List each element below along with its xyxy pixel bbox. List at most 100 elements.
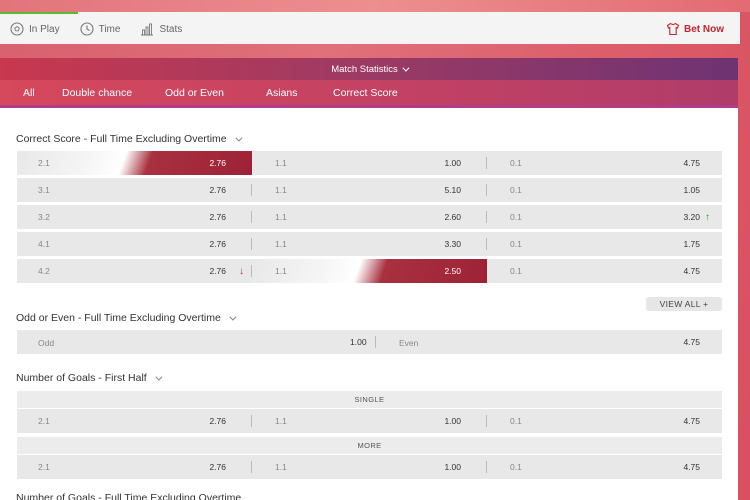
odd-value[interactable]: 1.00 <box>350 337 367 347</box>
odds-cell[interactable]: 0.1 4.75 <box>487 151 722 175</box>
correct-score-grid: 2.1 2.76 1.1 1.00 0.1 4.75 3.1 2.76 1.1 <box>17 151 722 286</box>
bar-chart-icon <box>141 23 154 36</box>
odds-label: 0.1 <box>510 212 522 222</box>
odds-value: 1.00 <box>444 158 461 168</box>
odds-label: 0.1 <box>510 416 522 426</box>
divider <box>375 336 376 348</box>
table-row: 2.1 2.76 1.1 1.00 0.1 4.75 <box>17 151 722 175</box>
odds-cell[interactable]: 0.1 1.75 <box>487 232 722 256</box>
goals-first-half-title: Number of Goals - First Half <box>16 372 147 384</box>
goals-full-time-header[interactable]: Number of Goals - Full Time Excluding Ov… <box>16 492 241 500</box>
odds-cell[interactable]: 0.1 4.75 <box>487 259 722 283</box>
odds-value: 2.76 <box>209 462 226 472</box>
odds-cell[interactable]: 4.2 2.76 ↓ <box>17 259 252 283</box>
tab-in-play-label: In Play <box>29 23 60 35</box>
odds-value: 2.76 <box>209 239 226 249</box>
odd-even-title: Odd or Even - Full Time Excluding Overti… <box>16 312 221 324</box>
correct-score-header[interactable]: Correct Score - Full Time Excluding Over… <box>16 133 243 145</box>
odds-cell[interactable]: 3.2 2.76 <box>17 205 252 229</box>
table-row: 2.1 2.76 1.1 1.00 0.1 4.75 <box>17 409 722 433</box>
odds-label: 3.2 <box>38 212 50 222</box>
odds-cell[interactable]: 0.1 1.05 <box>487 178 722 202</box>
tab-stats[interactable]: Stats <box>130 14 192 44</box>
odds-cell[interactable]: 2.1 2.76 <box>17 455 252 479</box>
tab-in-play[interactable]: In Play <box>0 14 70 44</box>
goals-first-half-header[interactable]: Number of Goals - First Half <box>16 372 163 384</box>
odds-label: 4.2 <box>38 266 50 276</box>
odds-label: 1.1 <box>275 212 287 222</box>
top-navigation: In Play Time Stats Bet Now <box>0 12 740 44</box>
odds-value: 4.75 <box>683 416 700 426</box>
odds-cell[interactable]: 1.1 5.10 <box>252 178 487 202</box>
header-background <box>0 0 750 12</box>
odds-value: 5.10 <box>444 185 461 195</box>
odds-cell[interactable]: 1.1 2.50 <box>252 259 487 283</box>
even-label[interactable]: Even <box>399 338 418 348</box>
more-subheader: MORE <box>17 437 722 454</box>
single-subheader: SINGLE <box>17 391 722 408</box>
bet-now-button[interactable]: Bet Now <box>666 22 724 36</box>
tab-time[interactable]: Time <box>70 14 131 44</box>
odds-cell[interactable]: 4.1 2.76 <box>17 232 252 256</box>
tab-odd-or-even[interactable]: Odd or Even <box>165 87 224 99</box>
odd-even-row: Odd 1.00 Even 4.75 <box>17 330 722 354</box>
match-statistics-label: Match Statistics <box>331 63 398 75</box>
odds-cell[interactable]: 0.1 4.75 <box>487 409 722 433</box>
odds-label: 2.1 <box>38 416 50 426</box>
odds-label: 2.1 <box>38 158 50 168</box>
odds-cell[interactable]: 0.1 4.75 <box>487 455 722 479</box>
table-row: 4.1 2.76 1.1 3.30 0.1 1.75 <box>17 232 722 256</box>
chevron-down-icon <box>229 313 237 321</box>
odds-cell[interactable]: 2.1 2.76 <box>17 409 252 433</box>
bet-now-label: Bet Now <box>684 23 724 35</box>
soccer-ball-icon <box>10 22 24 36</box>
odds-label: 0.1 <box>510 158 522 168</box>
odds-cell[interactable]: 3.1 2.76 <box>17 178 252 202</box>
odds-value: 2.60 <box>444 212 461 222</box>
tab-double-chance[interactable]: Double chance <box>62 87 132 99</box>
clock-icon <box>80 22 94 36</box>
tab-all[interactable]: All <box>23 87 35 99</box>
odds-cell[interactable]: 1.1 3.30 <box>252 232 487 256</box>
odds-cell[interactable]: 0.1 3.20 ↑ <box>487 205 722 229</box>
odds-value: 1.75 <box>683 239 700 249</box>
match-statistics-toggle[interactable]: Match Statistics <box>0 58 738 80</box>
odds-label: 0.1 <box>510 185 522 195</box>
odds-label: 1.1 <box>275 266 287 276</box>
odds-cell[interactable]: 1.1 2.60 <box>252 205 487 229</box>
tab-time-label: Time <box>98 23 121 35</box>
arrow-up-icon: ↑ <box>705 211 710 223</box>
even-value[interactable]: 4.75 <box>683 337 700 347</box>
tab-correct-score[interactable]: Correct Score <box>333 87 398 99</box>
odds-cell[interactable]: 1.1 1.00 <box>252 151 487 175</box>
odd-even-header[interactable]: Odd or Even - Full Time Excluding Overti… <box>16 312 237 324</box>
odds-value: 1.00 <box>444 462 461 472</box>
odds-label: 0.1 <box>510 239 522 249</box>
odds-value: 2.76 <box>209 212 226 222</box>
odds-cell[interactable]: 1.1 1.00 <box>252 409 487 433</box>
goals-single-grid: 2.1 2.76 1.1 1.00 0.1 4.75 <box>17 409 722 436</box>
arrow-down-icon: ↓ <box>239 265 244 277</box>
odds-label: 1.1 <box>275 239 287 249</box>
odds-label: 3.1 <box>38 185 50 195</box>
shirt-icon <box>666 22 680 36</box>
odds-cell[interactable]: 1.1 1.00 <box>252 455 487 479</box>
odds-label: 1.1 <box>275 158 287 168</box>
odds-label: 2.1 <box>38 462 50 472</box>
odds-value: 3.20 <box>683 212 700 222</box>
view-all-button[interactable]: VIEW ALL + <box>646 297 722 311</box>
odds-cell[interactable]: 2.1 2.76 <box>17 151 252 175</box>
odds-value: 2.50 <box>444 266 461 276</box>
odds-value: 1.05 <box>683 185 700 195</box>
market-tabs: All Double chance Odd or Even Asians Cor… <box>0 80 738 105</box>
markets-panel: Correct Score - Full Time Excluding Over… <box>0 108 738 500</box>
odd-label[interactable]: Odd <box>38 338 54 348</box>
odds-value: 4.75 <box>683 266 700 276</box>
odds-value: 4.75 <box>683 158 700 168</box>
tab-stats-label: Stats <box>159 23 183 35</box>
odds-value: 2.76 <box>209 158 226 168</box>
active-tab-indicator <box>0 12 78 14</box>
table-row: 2.1 2.76 1.1 1.00 0.1 4.75 <box>17 455 722 479</box>
odds-value: 3.30 <box>444 239 461 249</box>
tab-asians[interactable]: Asians <box>266 87 298 99</box>
